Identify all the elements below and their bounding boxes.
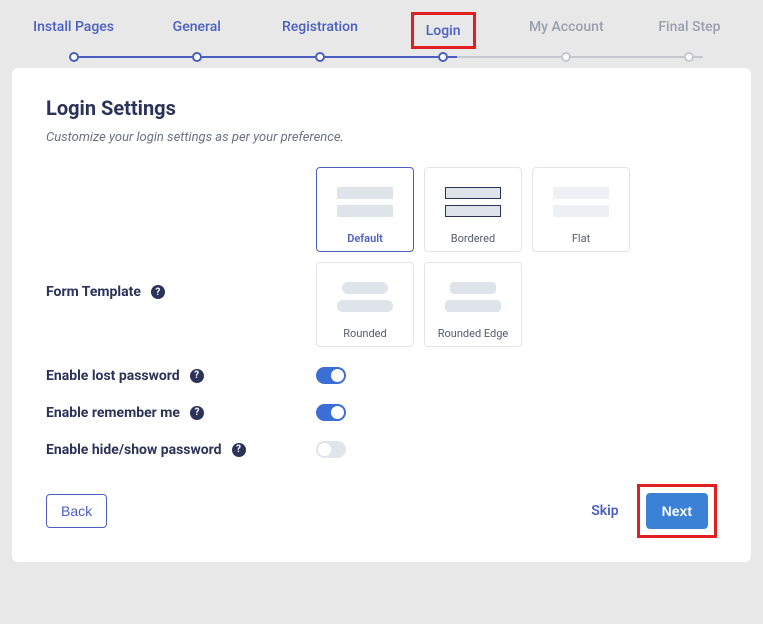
step-general[interactable]: General <box>135 12 258 60</box>
enable-hide-show-password-label: Enable hide/show password ? <box>46 441 316 458</box>
skip-link[interactable]: Skip <box>591 503 618 519</box>
help-icon[interactable]: ? <box>190 406 204 420</box>
toggle-knob-icon <box>331 369 344 382</box>
step-dot-icon <box>438 52 448 62</box>
step-final[interactable]: Final Step <box>628 12 751 60</box>
wizard-stepper: Install Pages General Registration Login… <box>12 12 751 60</box>
page-title: Login Settings <box>46 96 717 120</box>
template-preview-icon <box>325 273 405 321</box>
form-template-label: Form Template ? <box>46 214 316 300</box>
template-preview-icon <box>541 178 621 226</box>
step-label: My Account <box>529 19 604 35</box>
toggle-lost-password[interactable] <box>316 367 346 384</box>
step-label: General <box>173 19 221 35</box>
step-label: Registration <box>282 19 358 35</box>
template-bordered[interactable]: Bordered <box>424 167 522 252</box>
step-login[interactable]: Login <box>382 12 505 60</box>
form-template-options: Default Bordered Flat <box>316 167 646 347</box>
toggle-knob-icon <box>331 406 344 419</box>
help-icon[interactable]: ? <box>232 443 246 457</box>
settings-card: Login Settings Customize your login sett… <box>12 68 751 562</box>
step-dot-icon <box>684 52 694 62</box>
toggle-knob-icon <box>318 443 331 456</box>
back-button[interactable]: Back <box>46 494 107 528</box>
template-rounded-edge[interactable]: Rounded Edge <box>424 262 522 347</box>
step-dot-icon <box>192 52 202 62</box>
template-rounded[interactable]: Rounded <box>316 262 414 347</box>
step-label: Login <box>426 23 461 39</box>
help-icon[interactable]: ? <box>190 369 204 383</box>
step-label: Final Step <box>658 19 720 35</box>
page-subtitle: Customize your login settings as per you… <box>46 130 717 145</box>
step-dot-icon <box>315 52 325 62</box>
next-highlight: Next <box>637 484 717 538</box>
toggle-hide-show-password[interactable] <box>316 441 346 458</box>
step-my-account[interactable]: My Account <box>505 12 628 60</box>
step-dot-icon <box>561 52 571 62</box>
step-dot-icon <box>69 52 79 62</box>
template-preview-icon <box>433 273 513 321</box>
help-icon[interactable]: ? <box>151 285 165 299</box>
step-registration[interactable]: Registration <box>258 12 381 60</box>
template-default[interactable]: Default <box>316 167 414 252</box>
step-label: Install Pages <box>33 19 114 35</box>
template-preview-icon <box>325 178 405 226</box>
next-button[interactable]: Next <box>646 493 708 529</box>
step-install-pages[interactable]: Install Pages <box>12 12 135 60</box>
template-preview-icon <box>433 178 513 226</box>
toggle-remember-me[interactable] <box>316 404 346 421</box>
template-flat[interactable]: Flat <box>532 167 630 252</box>
enable-remember-me-label: Enable remember me ? <box>46 404 316 421</box>
enable-lost-password-label: Enable lost password ? <box>46 367 316 384</box>
